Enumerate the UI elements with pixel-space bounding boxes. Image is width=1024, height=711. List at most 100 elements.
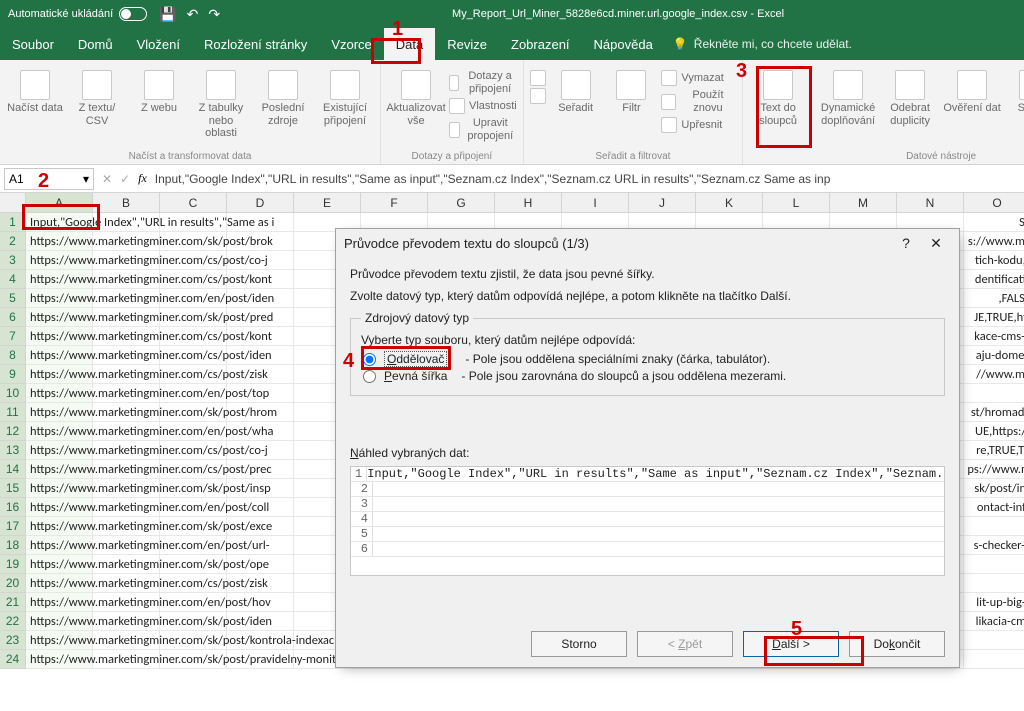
btn-edit-links[interactable]: Upravit propojení — [449, 117, 517, 142]
fx-accept-icon[interactable]: ✓ — [120, 172, 130, 186]
col-header-K[interactable]: K — [696, 193, 763, 213]
col-header-L[interactable]: L — [763, 193, 830, 213]
col-header-F[interactable]: F — [361, 193, 428, 213]
row-header[interactable]: 2 — [0, 232, 26, 251]
tab-vlozeni[interactable]: Vložení — [125, 28, 192, 60]
row-header[interactable]: 12 — [0, 422, 26, 441]
tab-vzorce[interactable]: Vzorce — [319, 28, 383, 60]
btn-sort-asc[interactable] — [530, 70, 546, 86]
btn-reapply[interactable]: Použít znovu — [661, 89, 736, 114]
col-header-B[interactable]: B — [93, 193, 160, 213]
btn-filter[interactable]: Filtr — [606, 70, 658, 115]
tell-me-search[interactable]: 💡 Řekněte mi, co chcete udělat. — [673, 37, 852, 51]
col-header-A[interactable]: A — [26, 193, 93, 213]
undo-icon[interactable]: ↶ — [187, 6, 199, 23]
tab-domu[interactable]: Domů — [66, 28, 125, 60]
col-header-D[interactable]: D — [227, 193, 294, 213]
btn-sort[interactable]: Seřadit — [550, 70, 602, 115]
btn-existing-connections[interactable]: Existující připojení — [316, 70, 374, 127]
row-header[interactable]: 3 — [0, 251, 26, 270]
btn-merge[interactable]: Sloučit — [1005, 70, 1024, 115]
tab-rozlozeni[interactable]: Rozložení stránky — [192, 28, 319, 60]
row-header[interactable]: 4 — [0, 270, 26, 289]
radio-fixed-input[interactable] — [363, 370, 376, 383]
btn-clear-filter[interactable]: Vymazat — [661, 70, 736, 86]
btn-data-validation[interactable]: Ověření dat — [943, 70, 1001, 115]
btn-properties[interactable]: Vlastnosti — [449, 98, 517, 114]
col-header-O[interactable]: O — [964, 193, 1024, 213]
tab-revize[interactable]: Revize — [435, 28, 499, 60]
row-header[interactable]: 23 — [0, 631, 26, 650]
row-header[interactable]: 19 — [0, 555, 26, 574]
redo-icon[interactable]: ↷ — [208, 6, 220, 23]
tab-soubor[interactable]: Soubor — [0, 28, 66, 60]
btn-from-text-csv[interactable]: Z textu/ CSV — [68, 70, 126, 127]
radio-delimited[interactable]: Oddělovač - Pole jsou oddělena speciální… — [361, 351, 934, 367]
help-button[interactable]: ? — [891, 235, 921, 251]
row-header[interactable]: 16 — [0, 498, 26, 517]
cancel-button[interactable]: Storno — [531, 631, 627, 657]
btn-from-table[interactable]: Z tabulky nebo oblasti — [192, 70, 250, 140]
close-button[interactable]: ✕ — [921, 235, 951, 252]
row-header[interactable]: 14 — [0, 460, 26, 479]
row-header[interactable]: 18 — [0, 536, 26, 555]
tab-napoveda[interactable]: Nápověda — [582, 28, 665, 60]
row-header[interactable]: 17 — [0, 517, 26, 536]
btn-refresh-all[interactable]: Aktualizovat vše — [387, 70, 445, 127]
col-header-H[interactable]: H — [495, 193, 562, 213]
tab-zobrazeni[interactable]: Zobrazení — [499, 28, 582, 60]
btn-remove-duplicates[interactable]: Odebrat duplicity — [881, 70, 939, 127]
cell[interactable] — [964, 555, 1024, 574]
chevron-down-icon[interactable]: ▾ — [83, 172, 89, 186]
btn-from-web[interactable]: Z webu — [130, 70, 188, 115]
tab-data[interactable]: Data — [384, 28, 435, 60]
row-header[interactable]: 24 — [0, 650, 26, 669]
btn-flash-fill[interactable]: Dynamické doplňování — [819, 70, 877, 127]
name-box[interactable]: A1 ▾ — [4, 168, 94, 190]
radio-fixed-width[interactable]: Pevná šířka - Pole jsou zarovnána do slo… — [361, 369, 934, 383]
row-header[interactable]: 7 — [0, 327, 26, 346]
btn-load-data[interactable]: Načíst data — [6, 70, 64, 115]
row-header[interactable]: 1 — [0, 213, 26, 232]
row-header[interactable]: 13 — [0, 441, 26, 460]
col-header-G[interactable]: G — [428, 193, 495, 213]
cell[interactable] — [964, 517, 1024, 536]
toggle-switch[interactable] — [119, 7, 147, 21]
radio-delimited-input[interactable] — [363, 353, 376, 366]
row-header[interactable]: 21 — [0, 593, 26, 612]
finish-button[interactable]: Dokončit — [849, 631, 945, 657]
col-header-C[interactable]: C — [160, 193, 227, 213]
dup-icon — [895, 70, 925, 100]
row-header[interactable]: 6 — [0, 308, 26, 327]
row-header[interactable]: 20 — [0, 574, 26, 593]
cell[interactable] — [964, 384, 1024, 403]
btn-text-to-columns[interactable]: Text do sloupců — [749, 70, 807, 127]
row-header[interactable]: 11 — [0, 403, 26, 422]
btn-label: Z textu/ CSV — [68, 102, 126, 127]
cell[interactable] — [964, 574, 1024, 593]
btn-recent-sources[interactable]: Poslední zdroje — [254, 70, 312, 127]
btn-queries-connections[interactable]: Dotazy a připojení — [449, 70, 517, 95]
col-header-E[interactable]: E — [294, 193, 361, 213]
col-header-M[interactable]: M — [830, 193, 897, 213]
cell[interactable] — [964, 213, 1024, 232]
autosave-toggle[interactable]: Automatické ukládání — [8, 7, 147, 21]
advanced-icon — [661, 117, 677, 133]
row-header[interactable]: 22 — [0, 612, 26, 631]
next-button[interactable]: Další > — [743, 631, 839, 657]
fx-icon[interactable]: fx — [138, 171, 147, 186]
btn-advanced[interactable]: Upřesnit — [661, 117, 736, 133]
row-header[interactable]: 8 — [0, 346, 26, 365]
col-header-J[interactable]: J — [629, 193, 696, 213]
row-header[interactable]: 5 — [0, 289, 26, 308]
row-header[interactable]: 15 — [0, 479, 26, 498]
save-icon[interactable]: 💾 — [159, 6, 176, 23]
fx-cancel-icon[interactable]: ✕ — [102, 172, 112, 186]
col-header-I[interactable]: I — [562, 193, 629, 213]
row-header[interactable]: 10 — [0, 384, 26, 403]
formula-bar[interactable]: Input,"Google Index","URL in results","S… — [155, 172, 1018, 186]
row-header[interactable]: 9 — [0, 365, 26, 384]
select-all-corner[interactable] — [0, 193, 26, 213]
btn-sort-desc[interactable] — [530, 88, 546, 104]
col-header-N[interactable]: N — [897, 193, 964, 213]
